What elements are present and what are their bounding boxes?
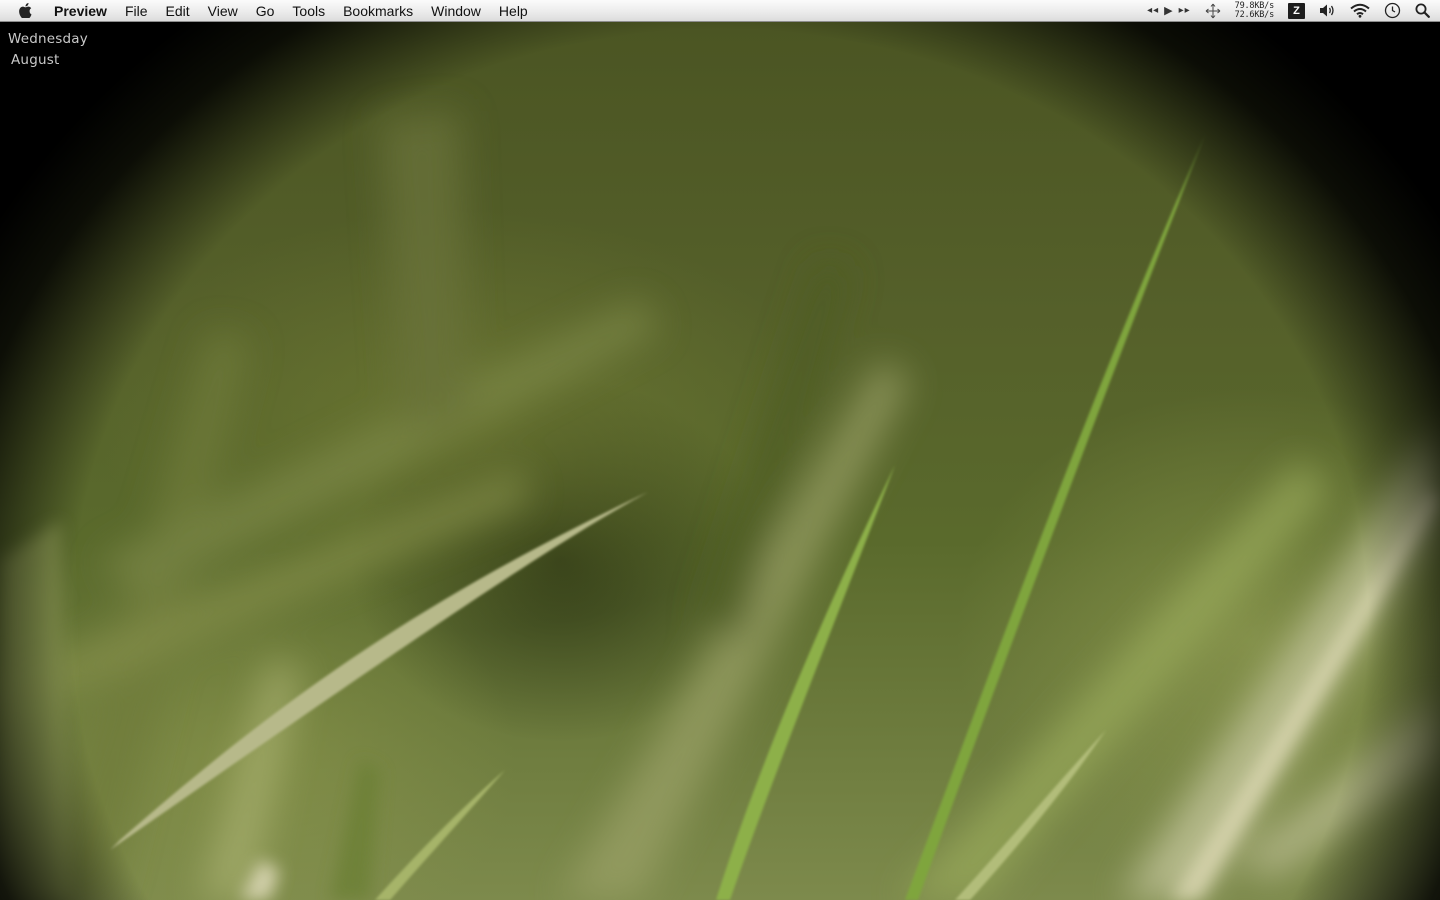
time-machine-icon[interactable] (1384, 0, 1401, 22)
menu-bar-left: Preview File Edit View Go Tools Bookmark… (0, 0, 537, 22)
upload-speed: 72.6KB/s (1234, 9, 1275, 20)
spotlight-search-icon[interactable] (1415, 0, 1430, 22)
weekday-label: Wednesday (8, 31, 88, 47)
play-icon[interactable]: ▶ (1164, 4, 1173, 17)
menu-edit[interactable]: Edit (157, 0, 199, 22)
rewind-icon[interactable]: ◂◂ (1147, 5, 1159, 16)
wifi-icon[interactable] (1350, 0, 1370, 22)
menu-go[interactable]: Go (247, 0, 284, 22)
month-label: August (11, 52, 60, 68)
desktop-wallpaper (0, 0, 1440, 900)
grass-blades-illustration (0, 110, 1440, 900)
menu-app-preview[interactable]: Preview (54, 0, 116, 22)
apple-icon[interactable] (0, 0, 54, 22)
badge-label: Z (1288, 2, 1305, 19)
menu-window[interactable]: Window (422, 0, 490, 22)
desktop-date-widget: Wednesday August (8, 29, 88, 71)
status-badge-icon[interactable]: Z (1288, 0, 1305, 22)
media-controls: ◂◂ ▶ ▸▸ (1147, 0, 1191, 22)
menu-help[interactable]: Help (490, 0, 537, 22)
menu-tools[interactable]: Tools (283, 0, 334, 22)
network-speed-monitor[interactable]: 79.8KB/s 72.6KB/s (1234, 0, 1275, 22)
menu-bar: Preview File Edit View Go Tools Bookmark… (0, 0, 1440, 22)
volume-icon[interactable] (1319, 0, 1336, 22)
menu-file[interactable]: File (116, 0, 157, 22)
menu-bar-status-area: ◂◂ ▶ ▸▸ 79.8KB/s 72.6KB/s Z (1133, 0, 1440, 22)
menu-bookmarks[interactable]: Bookmarks (334, 0, 422, 22)
crosshair-move-icon[interactable] (1205, 0, 1221, 22)
fast-forward-icon[interactable]: ▸▸ (1179, 5, 1191, 16)
menu-view[interactable]: View (199, 0, 247, 22)
